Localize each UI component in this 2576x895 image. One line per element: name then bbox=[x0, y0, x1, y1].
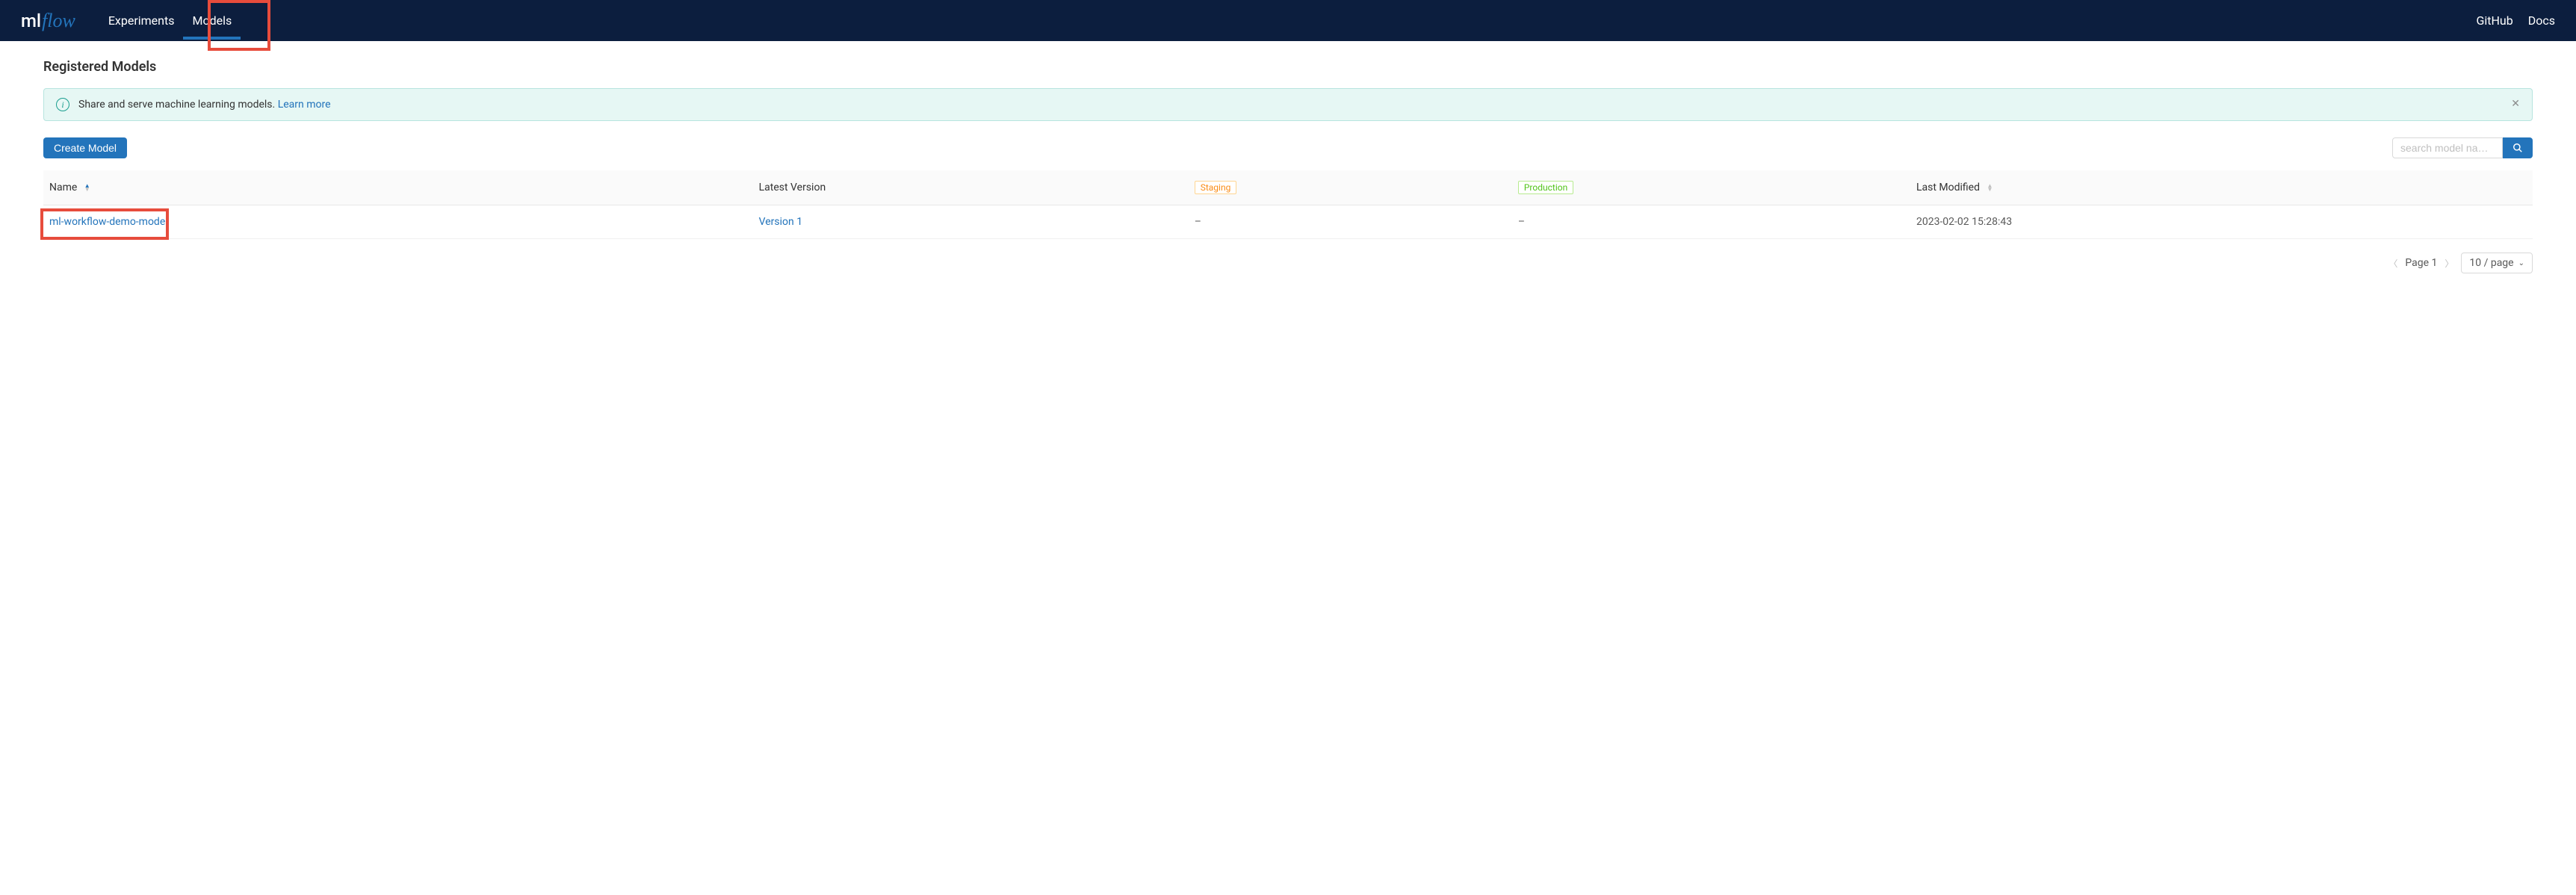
page-title: Registered Models bbox=[43, 59, 2533, 75]
github-link[interactable]: GitHub bbox=[2476, 13, 2512, 28]
production-badge: Production bbox=[1518, 181, 1573, 194]
prev-page-icon[interactable]: 〈 bbox=[2388, 257, 2397, 270]
search-button[interactable] bbox=[2503, 137, 2533, 158]
nav-experiments[interactable]: Experiments bbox=[99, 1, 184, 40]
logo-flow: flow bbox=[42, 10, 75, 32]
docs-link[interactable]: Docs bbox=[2528, 13, 2555, 28]
version-link[interactable]: Version 1 bbox=[759, 216, 802, 228]
search-wrap bbox=[2392, 137, 2533, 158]
header-left: mlflow Experiments Models bbox=[21, 1, 241, 40]
main-nav: Experiments Models bbox=[99, 1, 241, 40]
modified-cell: 2023-02-02 15:28:43 bbox=[1910, 205, 2533, 239]
page-size-select[interactable]: 10 / page ⌄ bbox=[2461, 253, 2533, 273]
alert-text: Share and serve machine learning models.… bbox=[78, 99, 331, 111]
logo-ml: ml bbox=[21, 10, 41, 31]
table-header-row: Name ▲▼ Latest Version Staging Productio… bbox=[43, 170, 2533, 205]
search-input[interactable] bbox=[2392, 137, 2503, 158]
page-content: Registered Models i Share and serve mach… bbox=[0, 41, 2576, 288]
app-header: mlflow Experiments Models GitHub Docs bbox=[0, 0, 2576, 41]
chevron-down-icon: ⌄ bbox=[2518, 259, 2524, 267]
header-name[interactable]: Name ▲▼ bbox=[43, 170, 753, 205]
staging-badge: Staging bbox=[1195, 181, 1237, 194]
learn-more-link[interactable]: Learn more bbox=[278, 99, 331, 111]
production-cell: – bbox=[1512, 205, 1910, 239]
header-name-label: Name bbox=[49, 182, 77, 193]
next-page-icon[interactable]: 〉 bbox=[2445, 257, 2453, 270]
info-alert: i Share and serve machine learning model… bbox=[43, 88, 2533, 121]
search-icon bbox=[2512, 143, 2523, 153]
sort-icon: ▲▼ bbox=[1987, 184, 1993, 191]
page-number: Page 1 bbox=[2405, 257, 2437, 269]
table-row: ml-workflow-demo-model Version 1 – – 202… bbox=[43, 205, 2533, 239]
header-modified-label: Last Modified bbox=[1916, 182, 1980, 193]
pagination: 〈 Page 1 〉 10 / page ⌄ bbox=[43, 253, 2533, 273]
header-staging: Staging bbox=[1189, 170, 1512, 205]
header-last-modified[interactable]: Last Modified ▲▼ bbox=[1910, 170, 2533, 205]
model-name-link[interactable]: ml-workflow-demo-model bbox=[49, 216, 168, 228]
header-production: Production bbox=[1512, 170, 1910, 205]
alert-message: Share and serve machine learning models. bbox=[78, 99, 278, 111]
create-model-button[interactable]: Create Model bbox=[43, 137, 127, 158]
page-size-label: 10 / page bbox=[2469, 257, 2513, 269]
header-right: GitHub Docs bbox=[2476, 13, 2555, 28]
models-table: Name ▲▼ Latest Version Staging Productio… bbox=[43, 170, 2533, 239]
info-icon: i bbox=[56, 98, 69, 111]
toolbar: Create Model bbox=[43, 137, 2533, 158]
header-latest-version[interactable]: Latest Version bbox=[753, 170, 1189, 205]
nav-models[interactable]: Models bbox=[183, 1, 241, 40]
staging-cell: – bbox=[1189, 205, 1512, 239]
sort-icon: ▲▼ bbox=[84, 184, 90, 191]
close-icon[interactable]: ✕ bbox=[2511, 98, 2520, 110]
mlflow-logo[interactable]: mlflow bbox=[21, 10, 75, 32]
